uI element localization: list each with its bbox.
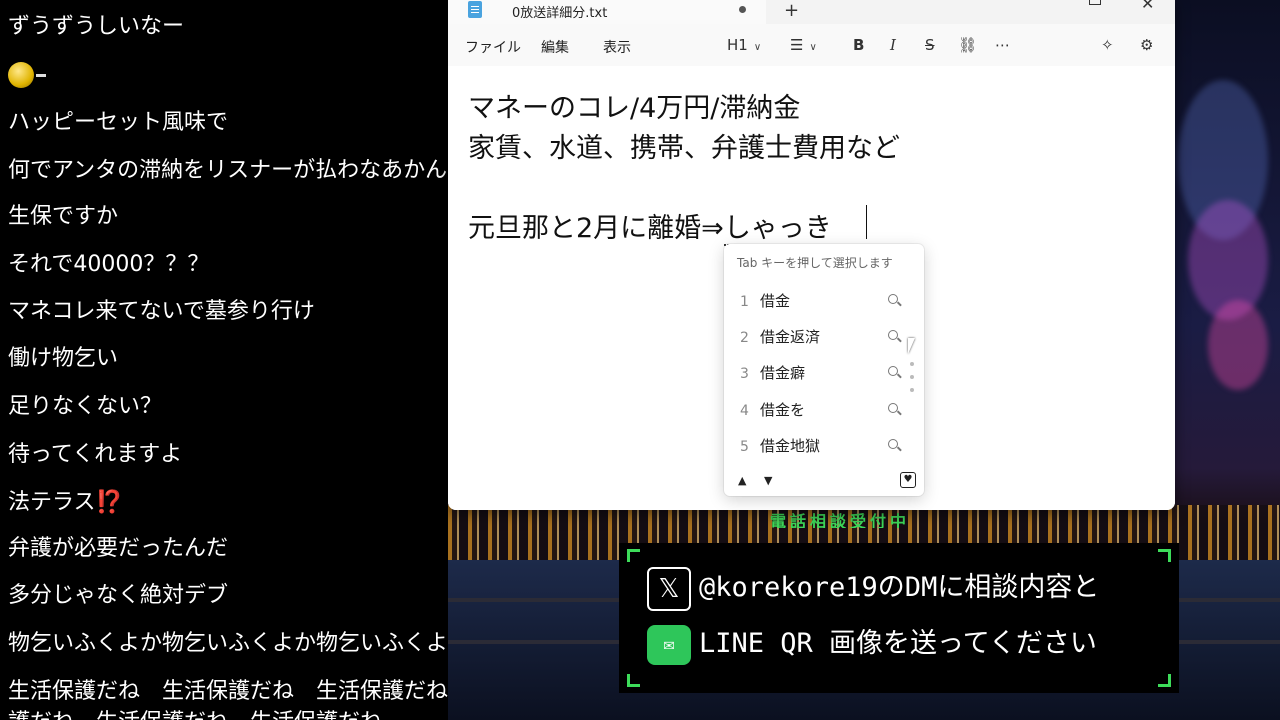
comment: 弁護が必要だったんだ (8, 536, 229, 561)
comment: 物乞いふくよか物乞いふくよか物乞いふくよか (8, 631, 448, 656)
next-page-icon[interactable]: ▼ (764, 474, 772, 487)
ime-composition: しゃっき (723, 213, 832, 246)
comment-emoji (8, 60, 46, 90)
comment: 働け物乞い (8, 346, 119, 371)
copilot-icon[interactable]: ✧ (1101, 36, 1114, 54)
unsaved-dot-icon[interactable] (739, 6, 746, 13)
emoji-panel-icon[interactable]: ♥ (900, 472, 916, 488)
candidate-number: 3 (740, 366, 749, 382)
firework-glow (1208, 300, 1268, 390)
info-line-x: 𝕏 @korekore19のDMに相談内容と (647, 565, 1099, 611)
notepad-window[interactable]: 0放送詳細分.txt + ✕ ファイル 編集 表示 H1 ∨ ☰ ∨ B I S ⛓… (448, 0, 1175, 510)
menu-file[interactable]: ファイル (465, 37, 521, 57)
close-icon[interactable]: ✕ (1141, 0, 1154, 13)
heading-dropdown[interactable]: H1 ∨ (727, 36, 761, 54)
candidate-text: 借金地獄 (760, 437, 821, 455)
strikethrough-icon[interactable]: S (925, 36, 935, 54)
consultation-banner: 電話相談受付中 (770, 512, 911, 528)
search-icon[interactable] (888, 366, 898, 376)
prev-page-icon[interactable]: ▲ (738, 474, 746, 487)
editor-line: 家賃、水道、携帯、弁護士費用など (468, 133, 900, 164)
comment: 多分じゃなく絶対デブ (8, 583, 229, 608)
gear-icon[interactable]: ⚙ (1140, 36, 1153, 54)
tab-title: 0放送詳細分.txt (512, 6, 608, 21)
x-logo-icon: 𝕏 (647, 566, 691, 611)
candidate-text: 借金返済 (760, 328, 821, 346)
popup-scroll-dots (910, 362, 914, 401)
comment: 護だね 生活保護だね 生活保護だね (8, 708, 382, 720)
comment: マネコレ来てないで墓参り行け (8, 299, 315, 324)
text-caret (866, 205, 867, 239)
italic-icon[interactable]: I (890, 36, 896, 54)
link-icon[interactable]: ⛓ (958, 36, 977, 54)
chevron-down-icon: ∨ (753, 42, 762, 53)
candidate-number: 5 (740, 439, 749, 455)
frame-corner (1158, 674, 1171, 687)
search-icon[interactable] (888, 439, 898, 449)
comment: ずうずうしいなー (8, 14, 185, 39)
list-dropdown[interactable]: ☰ ∨ (790, 36, 817, 54)
text-editor[interactable]: マネーのコレ/4万円/滞納金 家賃、水道、携帯、弁護士費用など 元旦那と2月に離… (448, 66, 1175, 510)
comment: 法テラス⁉️ (8, 488, 123, 518)
frame-corner (627, 549, 640, 562)
candidate-text: 借金 (760, 292, 791, 310)
info-text: LINE QR 画像を送ってください (699, 628, 1097, 659)
menu-view[interactable]: 表示 (603, 37, 631, 57)
tab-document[interactable]: 0放送詳細分.txt (448, 0, 766, 24)
frame-corner (1158, 549, 1171, 562)
line-app-icon: ✉ (647, 624, 691, 665)
comment: 足りなくない？ (8, 394, 163, 419)
info-text: @korekore19のDMに相談内容と (699, 572, 1100, 603)
candidate-number: 4 (740, 403, 749, 419)
ime-candidate[interactable]: 1 借金 (740, 290, 908, 314)
comment: それで40000？？？ (8, 252, 210, 277)
comment: 何でアンタの滞納をリスナーが払わなあかんの (8, 158, 448, 183)
comment: ハッピーセット風味で (8, 110, 229, 135)
ime-candidate[interactable]: 2 借金返済 (740, 326, 908, 350)
notepad-file-icon (468, 1, 482, 18)
new-tab-plus-icon[interactable]: + (784, 0, 799, 22)
bold-icon[interactable]: B (853, 36, 864, 54)
info-line-line: ✉ LINE QR 画像を送ってください (647, 621, 1097, 665)
face-emoji-icon (8, 62, 46, 88)
candidate-number: 1 (740, 294, 749, 310)
editor-line-text: 元旦那と2月に離婚⇒ (468, 213, 724, 244)
comment: 生保ですか (8, 204, 119, 229)
comment-stream: ずうずうしいなー ハッピーセット風味で 何でアンタの滞納をリスナーが払わなあかん… (0, 0, 448, 720)
consultation-info-box: 𝕏 @korekore19のDMに相談内容と ✉ LINE QR 画像を送ってくださ… (619, 543, 1179, 693)
frame-corner (627, 674, 640, 687)
list-icon: ☰ (790, 36, 804, 54)
candidate-text: 借金癖 (760, 364, 806, 382)
mouse-cursor-icon (908, 338, 915, 354)
menu-edit[interactable]: 編集 (541, 37, 569, 57)
search-icon[interactable] (888, 294, 898, 304)
chevron-down-icon: ∨ (809, 42, 817, 53)
ime-candidate-popup: Tab キーを押して選択します 1 借金 2 借金返済 3 借金癖 4 借金を 5 借金地… (724, 244, 924, 496)
search-icon[interactable] (888, 403, 898, 413)
comment: 待ってくれますよ (8, 442, 183, 467)
ime-hint: Tab キーを押して選択します (737, 256, 893, 270)
ime-candidate[interactable]: 4 借金を (740, 399, 908, 423)
candidate-number: 2 (740, 330, 749, 346)
ime-candidate[interactable]: 3 借金癖 (740, 362, 908, 386)
candidate-text: 借金を (760, 401, 806, 419)
search-icon[interactable] (888, 330, 898, 340)
comment-text: 法テラス (8, 490, 96, 515)
interrobang-icon: ⁉️ (95, 490, 123, 515)
heading-label: H1 (727, 36, 748, 54)
more-icon[interactable]: ⋯ (995, 36, 1010, 54)
menu-bar: ファイル 編集 表示 H1 ∨ ☰ ∨ B I S ⛓ ⋯ ✧ ⚙ (448, 24, 1175, 66)
editor-line: マネーのコレ/4万円/滞納金 (468, 93, 801, 124)
editor-line: 元旦那と2月に離婚⇒しゃっき (468, 206, 832, 246)
ime-candidate[interactable]: 5 借金地獄 (740, 435, 908, 459)
comment: 生活保護だね 生活保護だね 生活保護だね (8, 679, 448, 704)
tab-bar: 0放送詳細分.txt + ✕ (448, 0, 1175, 24)
maximize-icon[interactable] (1089, 0, 1101, 5)
